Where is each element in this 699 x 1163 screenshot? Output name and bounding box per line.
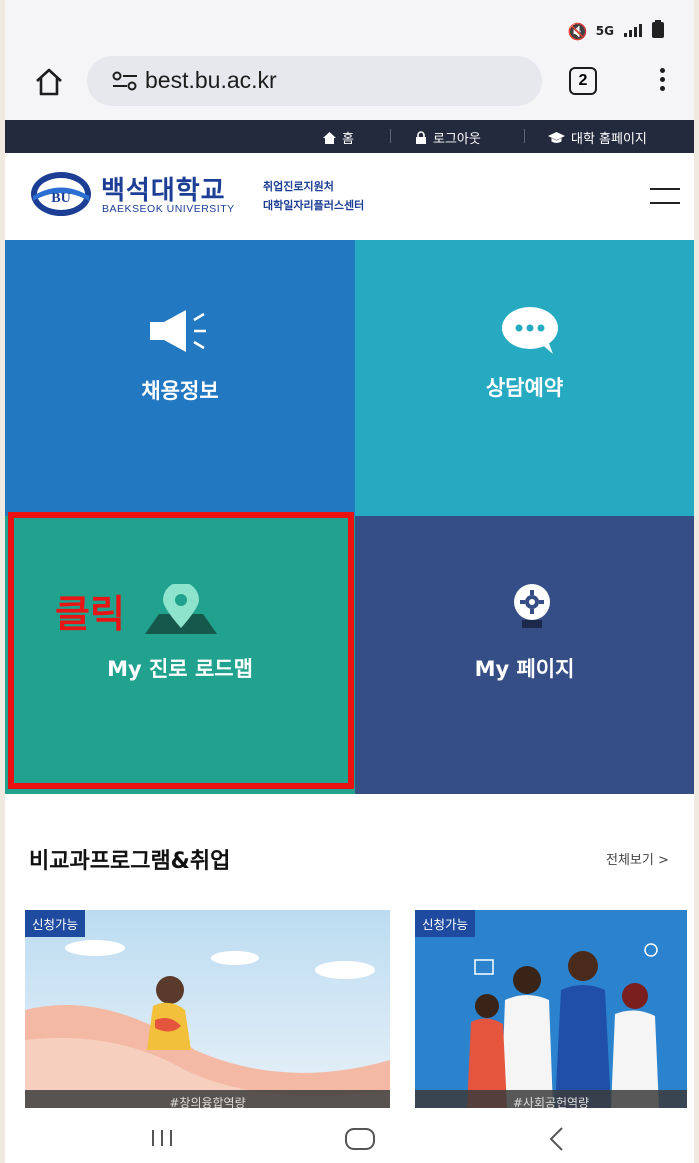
tile-job-info[interactable]: 채용정보 xyxy=(5,240,355,516)
nav-univ-home-label: 대학 홈페이지 xyxy=(571,132,647,147)
logo-korean-name[interactable]: 백석대학교 xyxy=(101,170,226,207)
nav-home-label: 홈 xyxy=(342,132,354,147)
tile-my-page[interactable]: My 페이지 xyxy=(355,516,694,794)
utility-nav: 홈 로그아웃 대학 홈페이지 xyxy=(5,120,694,153)
tabs-button[interactable]: 2 xyxy=(569,67,597,95)
lock-icon xyxy=(416,131,426,144)
logo-department: 취업진로지원처 xyxy=(263,180,334,193)
house-icon xyxy=(323,131,336,144)
view-all-link[interactable]: 전체보기 > xyxy=(606,849,669,868)
hamburger-menu-icon[interactable] xyxy=(650,188,680,206)
recent-apps-icon[interactable] xyxy=(149,1128,175,1148)
tile-job-info-label: 채용정보 xyxy=(141,379,219,403)
status-badge: 신청가능 xyxy=(25,910,86,937)
battery-icon xyxy=(652,20,664,42)
5g-icon: 5G xyxy=(595,24,614,38)
program-illustration xyxy=(467,943,659,1108)
university-logo-icon[interactable]: BU xyxy=(30,171,92,217)
site-settings-icon[interactable] xyxy=(111,70,139,92)
gear-bulb-icon xyxy=(514,584,550,628)
program-card[interactable]: 신청가능 #창의융합역량 xyxy=(25,910,390,1108)
home-button-icon[interactable] xyxy=(345,1128,375,1150)
nav-univ-home-link[interactable]: 대학 홈페이지 xyxy=(548,128,647,147)
status-icons: 🔇 5G xyxy=(568,20,664,42)
program-illustration xyxy=(25,940,390,1108)
logo-english-name: BAEKSEOK UNIVERSITY xyxy=(102,203,235,215)
tile-counsel-reservation[interactable]: 상담예약 xyxy=(355,240,694,516)
click-highlight-box xyxy=(8,512,354,789)
browser-toolbar: best.bu.ac.kr 2 xyxy=(5,50,694,120)
phone-screen: 🔇 5G best.bu.ac.kr 2 홈 로그아웃 대학 홈페이지 BU 백… xyxy=(5,0,694,1163)
back-icon[interactable] xyxy=(545,1126,569,1152)
logo-mark-text: BU xyxy=(51,191,70,206)
card-caption: #사회공헌역량 xyxy=(415,1090,687,1108)
address-bar[interactable]: best.bu.ac.kr xyxy=(87,56,542,106)
mute-icon: 🔇 xyxy=(567,21,588,41)
graduation-cap-icon xyxy=(548,131,565,143)
home-icon[interactable] xyxy=(33,66,65,98)
status-bar: 🔇 5G xyxy=(5,0,694,50)
megaphone-icon xyxy=(150,310,206,352)
program-card[interactable]: 신청가능 #사회공헌역량 xyxy=(415,910,687,1108)
nav-logout-link[interactable]: 로그아웃 xyxy=(415,128,481,147)
site-header: BU 백석대학교 BAEKSEOK UNIVERSITY 취업진로지원처 대학일… xyxy=(5,153,694,240)
chat-bubble-icon xyxy=(502,307,558,354)
logo-center: 대학일자리플러스센터 xyxy=(263,199,365,212)
status-badge: 신청가능 xyxy=(415,910,476,937)
more-options-icon[interactable] xyxy=(657,65,667,99)
signal-icon xyxy=(622,22,644,41)
section-title: 비교과프로그램&취업 xyxy=(29,849,231,874)
nav-logout-label: 로그아웃 xyxy=(433,132,481,147)
card-caption: #창의융합역량 xyxy=(25,1090,390,1108)
url-text[interactable]: best.bu.ac.kr xyxy=(145,67,277,94)
system-navigation-bar xyxy=(5,1108,694,1163)
tile-counsel-label: 상담예약 xyxy=(485,376,564,400)
tile-my-page-label: My 페이지 xyxy=(474,657,575,681)
click-annotation-text: 클릭 xyxy=(55,592,125,636)
nav-home-link[interactable]: 홈 xyxy=(323,128,354,147)
